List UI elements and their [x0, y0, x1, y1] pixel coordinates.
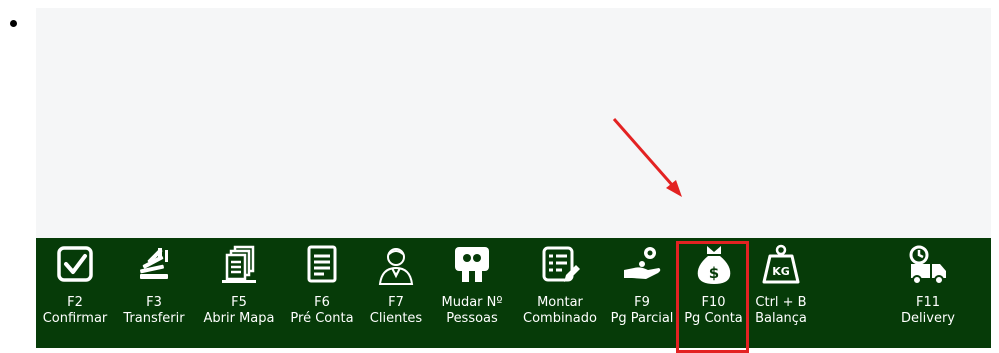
open-map-label: Abrir Mapa	[203, 311, 275, 326]
change-people-label: Pessoas	[446, 311, 498, 326]
scale-label: Balança	[755, 311, 807, 326]
clients-key: F7	[388, 295, 404, 310]
list-edit-icon	[540, 244, 580, 286]
partial-pay-label: Pg Parcial	[610, 311, 674, 326]
copies-icon	[219, 244, 259, 286]
weight-kg-icon: KG	[761, 244, 801, 286]
hand-coin-icon	[622, 244, 662, 286]
delivery-label: Delivery	[901, 311, 955, 326]
delivery-key: F11	[915, 295, 941, 310]
highlight-box	[676, 241, 749, 353]
change-people-button[interactable]: Mudar Nº Pessoas	[432, 238, 512, 348]
list-bullet	[10, 20, 17, 27]
build-combo-button[interactable]: Montar Combinado	[512, 238, 608, 348]
delivery-button[interactable]: F11 Delivery	[888, 238, 968, 348]
open-map-button[interactable]: F5 Abrir Mapa	[194, 238, 284, 348]
clients-label: Clientes	[369, 311, 423, 326]
scale-key: Ctrl + B	[755, 295, 807, 310]
person-icon	[376, 244, 416, 286]
confirm-button[interactable]: F2 Confirmar	[36, 238, 114, 348]
scale-button[interactable]: KG Ctrl + B Balança	[751, 238, 811, 348]
people-sign-icon	[452, 244, 492, 286]
build-combo-key: Montar	[537, 295, 583, 310]
content-panel	[36, 8, 991, 238]
shortcut-toolbar: F2 Confirmar F3 Transferir F5 Abrir Mapa…	[36, 238, 991, 348]
change-people-key: Mudar Nº	[441, 295, 503, 310]
pre-bill-label: Pré Conta	[290, 311, 354, 326]
transfer-icon	[134, 244, 174, 286]
document-icon	[302, 244, 342, 286]
pre-bill-button[interactable]: F6 Pré Conta	[284, 238, 360, 348]
pre-bill-key: F6	[314, 295, 330, 310]
clients-button[interactable]: F7 Clientes	[360, 238, 432, 348]
delivery-truck-icon	[908, 244, 948, 286]
transfer-button[interactable]: F3 Transferir	[114, 238, 194, 348]
transfer-label: Transferir	[123, 311, 185, 326]
partial-pay-button[interactable]: F9 Pg Parcial	[608, 238, 676, 348]
open-map-key: F5	[231, 295, 247, 310]
checkbox-icon	[55, 244, 95, 286]
transfer-key: F3	[146, 295, 162, 310]
confirm-label: Confirmar	[42, 311, 108, 326]
partial-pay-key: F9	[634, 295, 650, 310]
svg-text:KG: KG	[772, 265, 790, 278]
build-combo-label: Combinado	[523, 311, 597, 326]
confirm-key: F2	[67, 295, 83, 310]
